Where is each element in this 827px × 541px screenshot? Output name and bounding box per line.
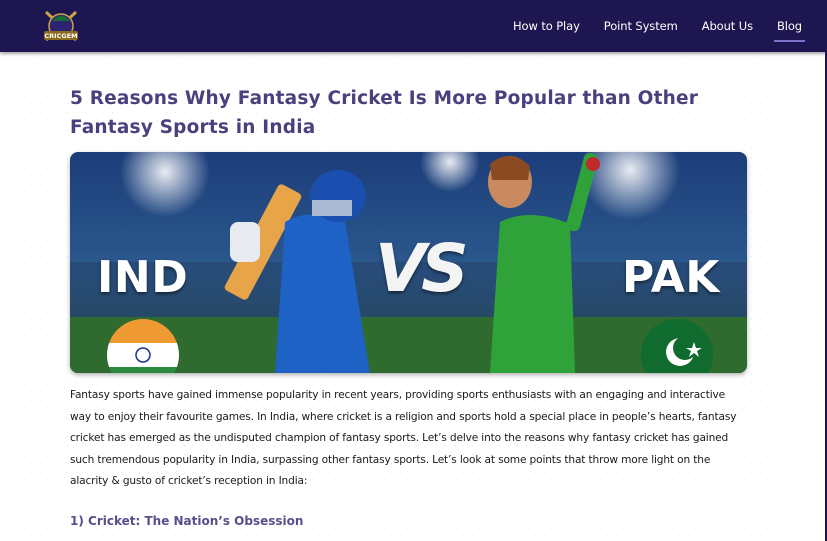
- hero-vs: VS: [375, 230, 469, 307]
- intro-paragraph: Fantasy sports have gained immense popul…: [70, 389, 737, 488]
- section-1-heading: 1) Cricket: The Nation’s Obsession: [70, 514, 304, 528]
- nav-about-us[interactable]: About Us: [702, 19, 753, 33]
- nav-how-to-play[interactable]: How to Play: [513, 19, 580, 33]
- svg-text:CRICGEM: CRICGEM: [44, 32, 77, 40]
- cricgem-logo[interactable]: CRICGEM: [38, 6, 84, 48]
- article-title: 5 Reasons Why Fantasy Cricket Is More Po…: [70, 88, 699, 138]
- hero-team-pak: PAK: [622, 252, 720, 303]
- hero-team-ind: IND: [97, 252, 189, 303]
- nav-point-system[interactable]: Point System: [604, 19, 678, 33]
- nav-blog[interactable]: Blog: [773, 19, 806, 42]
- main-nav: How to Play Point System About Us Blog: [489, 0, 806, 52]
- top-navbar: CRICGEM How to Play Point System About U…: [0, 0, 827, 52]
- hero-image: IND VS PAK: [70, 152, 747, 373]
